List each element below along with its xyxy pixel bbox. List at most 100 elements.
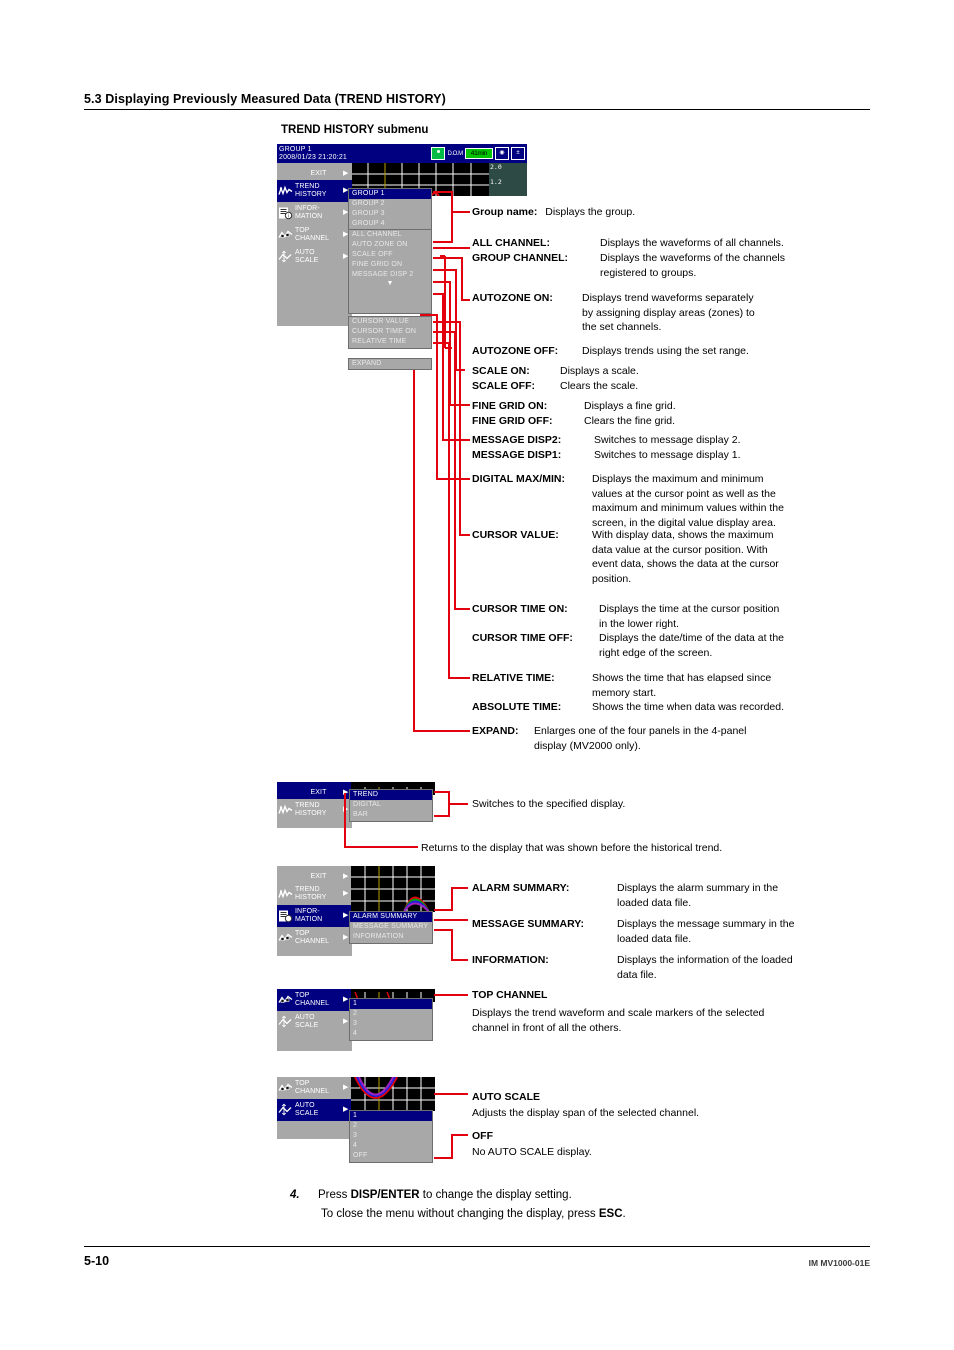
titlebar-group: GROUP 1 bbox=[279, 145, 312, 153]
annotation-off-body: No AUTO SCALE display. bbox=[472, 1145, 922, 1160]
sidebar-item-label: EXIT bbox=[310, 872, 327, 880]
information-submenu: ALARM SUMMARY MESSAGE SUMMARY INFORMATIO… bbox=[349, 911, 433, 944]
menu-item-group-1[interactable]: GROUP 1 bbox=[349, 189, 431, 199]
annotation-desc: Displays the group. bbox=[545, 206, 636, 218]
annotation-desc: Displays the date/time of the data at th… bbox=[599, 632, 785, 659]
sidebar-item-label: AUTO SCALE bbox=[295, 1102, 319, 1117]
menu-item-off[interactable]: OFF bbox=[350, 1151, 432, 1161]
display-type-submenu: TREND DIGITAL BAR bbox=[349, 789, 433, 822]
sidebar-item-label: INFOR- MATION bbox=[295, 205, 323, 220]
menu-item-cursor-value[interactable]: CURSOR VALUE bbox=[349, 317, 431, 327]
annotation-desc: Adjusts the display span of the selected… bbox=[472, 1107, 700, 1119]
menu-item-channel-3[interactable]: 3 bbox=[350, 1019, 432, 1029]
annotation-autozone-on: AUTOZONE ON: Displays trend waveforms sep… bbox=[472, 291, 902, 335]
sidebar-item-label: EXIT bbox=[310, 169, 327, 177]
menu-item-expand[interactable]: EXPAND bbox=[349, 359, 431, 369]
annotation-term: ALL CHANNEL: bbox=[472, 237, 550, 249]
trend-plot-information bbox=[351, 866, 435, 913]
sidebar-item-auto-scale[interactable]: AUTO SCALE ▶ bbox=[277, 246, 352, 268]
device-sidebar-display: EXIT ▶ TREND HISTORY ▶ bbox=[277, 782, 352, 828]
menu-item-channel-2[interactable]: 2 bbox=[350, 1121, 432, 1131]
annotation-term: Group name: bbox=[472, 206, 538, 218]
menu-item-all-channel[interactable]: ALL CHANNEL bbox=[349, 230, 431, 240]
menu-item-information[interactable]: INFORMATION bbox=[350, 932, 432, 942]
annotation-fine-grid-off: FINE GRID OFF: Clears the fine grid. bbox=[472, 414, 902, 429]
menu-item-channel-4[interactable]: 4 bbox=[350, 1029, 432, 1039]
top-channel-submenu: 1 2 3 4 bbox=[349, 998, 433, 1041]
zoom-icon[interactable]: ± bbox=[511, 147, 525, 160]
exit-icon bbox=[277, 870, 294, 883]
top-channel-icon bbox=[277, 1077, 294, 1099]
sidebar-item-information[interactable]: i INFOR- MATION ▶ bbox=[277, 202, 352, 224]
sidebar-item-top-channel[interactable]: TOP CHANNEL ▶ bbox=[277, 989, 352, 1011]
annotation-term: AUTOZONE ON: bbox=[472, 292, 553, 304]
step-key-disp-enter: DISP/ENTER bbox=[350, 1189, 420, 1201]
annotation-desc: Displays the maximum and minimum values … bbox=[592, 473, 784, 529]
sidebar-item-trend-history[interactable]: TREND HISTORY ▶ bbox=[277, 799, 352, 821]
annotation-term: FINE GRID OFF: bbox=[472, 415, 553, 427]
device-titlebar: GROUP 1 2008/01/23 21:20:21 D.O.M 41min ◉… bbox=[277, 144, 527, 163]
menu-item-message-disp-2[interactable]: MESSAGE DISP 2 bbox=[349, 270, 431, 280]
scroll-down-icon[interactable]: ▼ bbox=[349, 280, 431, 287]
sidebar-item-label: TREND HISTORY bbox=[295, 802, 327, 817]
annotation-top-channel-head: TOP CHANNEL bbox=[472, 988, 912, 1003]
menu-item-channel-2[interactable]: 2 bbox=[350, 1009, 432, 1019]
annotation-term: TOP CHANNEL bbox=[472, 989, 548, 1001]
menu-item-channel-1[interactable]: 1 bbox=[350, 999, 432, 1009]
menu-item-alarm-summary[interactable]: ALARM SUMMARY bbox=[350, 912, 432, 922]
menu-item-channel-1[interactable]: 1 bbox=[350, 1111, 432, 1121]
annotation-term: CURSOR VALUE: bbox=[472, 529, 559, 541]
sidebar-item-label: AUTO SCALE bbox=[295, 1014, 319, 1029]
menu-item-channel-4[interactable]: 4 bbox=[350, 1141, 432, 1151]
sidebar-item-auto-scale[interactable]: AUTO SCALE ▶ bbox=[277, 1099, 352, 1121]
annotation-cursor-value: CURSOR VALUE: With display data, shows th… bbox=[472, 528, 912, 586]
sidebar-item-information[interactable]: INFOR- MATION ▶ bbox=[277, 905, 352, 927]
menu-item-message-summary[interactable]: MESSAGE SUMMARY bbox=[350, 922, 432, 932]
menu-item-cursor-time-on[interactable]: CURSOR TIME ON bbox=[349, 327, 431, 337]
sidebar-item-top-channel[interactable]: TOP CHANNEL ▶ bbox=[277, 224, 352, 246]
annotation-desc: Displays the waveforms of the channels r… bbox=[600, 252, 786, 279]
annotation-all-channel: ALL CHANNEL: Displays the waveforms of al… bbox=[472, 236, 902, 251]
menu-item-fine-grid-on[interactable]: FINE GRID ON bbox=[349, 260, 431, 270]
annotation-group-name: Group name: Displays the group. bbox=[472, 205, 892, 220]
menu-item-trend[interactable]: TREND bbox=[350, 790, 432, 800]
sidebar-item-exit[interactable]: EXIT ▶ bbox=[277, 782, 352, 799]
sidebar-item-exit[interactable]: EXIT ▶ bbox=[277, 163, 352, 180]
menu-item-channel-3[interactable]: 3 bbox=[350, 1131, 432, 1141]
sidebar-item-top-channel[interactable]: TOP CHANNEL ▶ bbox=[277, 1077, 352, 1099]
menu-item-auto-zone-on[interactable]: AUTO ZONE ON bbox=[349, 240, 431, 250]
annotation-desc: Shows the time that has elapsed since me… bbox=[592, 672, 772, 699]
operator-icon bbox=[431, 147, 446, 160]
sidebar-item-label: EXIT bbox=[310, 788, 327, 796]
annotation-desc: Clears the fine grid. bbox=[584, 415, 676, 427]
annotation-desc: With display data, shows the maximum dat… bbox=[592, 529, 779, 585]
menu-item-group-2[interactable]: GROUP 2 bbox=[349, 199, 431, 209]
sidebar-item-top-channel[interactable]: TOP CHANNEL ▶ bbox=[277, 927, 352, 949]
annotation-desc: Returns to the display that was shown be… bbox=[421, 842, 723, 854]
footer-document-id: IM MV1000-01E bbox=[808, 1258, 870, 1268]
menu-item-group-4[interactable]: GROUP 4 bbox=[349, 219, 431, 229]
auto-scale-icon bbox=[277, 1011, 294, 1033]
menu-item-group-3[interactable]: GROUP 3 bbox=[349, 209, 431, 219]
menu-item-relative-time[interactable]: RELATIVE TIME bbox=[349, 337, 431, 347]
menu-item-digital[interactable]: DIGITAL bbox=[350, 800, 432, 810]
scale-markers-main: 2.0 1.2 bbox=[489, 163, 527, 196]
sidebar-item-auto-scale[interactable]: AUTO SCALE ▶ bbox=[277, 1011, 352, 1033]
annotation-message-summary: MESSAGE SUMMARY: Displays the message sum… bbox=[472, 917, 922, 946]
step-text: Press bbox=[318, 1189, 351, 1201]
settings-icon[interactable]: ◉ bbox=[495, 147, 509, 160]
annotation-desc: Switches to the specified display. bbox=[472, 798, 626, 810]
menu-item-bar[interactable]: BAR bbox=[350, 810, 432, 820]
sidebar-item-trend-history[interactable]: TREND HISTORY ▶ bbox=[277, 883, 352, 905]
step-text: . bbox=[622, 1208, 626, 1220]
trend-icon bbox=[277, 180, 294, 202]
annotation-desc: Switches to message display 1. bbox=[594, 449, 741, 461]
sidebar-item-trend-history[interactable]: TREND HISTORY ▶ bbox=[277, 180, 352, 202]
trend-history-submenu-expand: EXPAND bbox=[348, 358, 432, 370]
menu-item-scale-off[interactable]: SCALE OFF bbox=[349, 250, 431, 260]
information-icon: i bbox=[277, 202, 294, 224]
sidebar-item-exit[interactable]: EXIT ▶ bbox=[277, 866, 352, 883]
annotation-desc: Displays the message summary in the load… bbox=[617, 918, 795, 945]
device-sidebar-top-channel: TOP CHANNEL ▶ AUTO SCALE ▶ bbox=[277, 989, 352, 1051]
step-line-2: To close the menu without changing the d… bbox=[318, 1205, 890, 1224]
